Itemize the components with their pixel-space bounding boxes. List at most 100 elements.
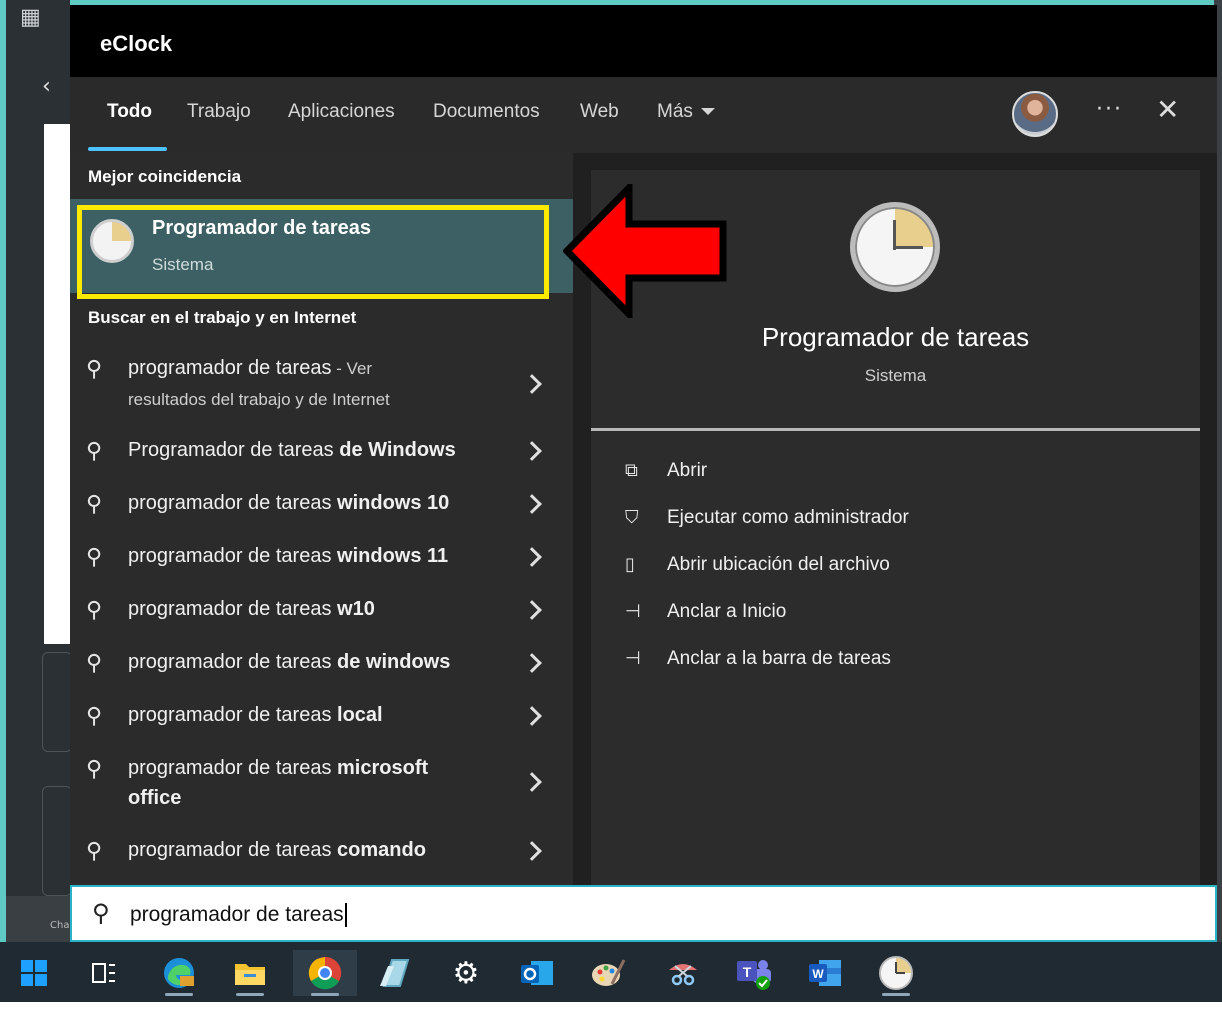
gear-icon: ⚙ — [452, 955, 480, 991]
suggestion-bold: windows 10 — [337, 492, 450, 514]
divider — [591, 428, 1200, 431]
running-indicator — [236, 993, 264, 996]
suggestion-item[interactable]: ⚲ programador de tareas de windows — [70, 647, 573, 687]
search-icon: ⚲ — [86, 439, 103, 464]
suggestion-item[interactable]: ⚲ programador de tareas comando — [70, 835, 573, 875]
suggestion-text: programador de tareas comando — [128, 835, 528, 865]
action-label: Ejecutar como administrador — [667, 507, 909, 528]
running-indicator — [882, 993, 910, 996]
background-card — [42, 652, 72, 752]
tab-aplicaciones[interactable]: Aplicaciones — [288, 101, 395, 123]
active-tab-indicator — [88, 147, 167, 151]
tab-mas[interactable]: Más — [657, 101, 715, 123]
suggestion-bold: windows 11 — [337, 545, 449, 567]
app-grid-icon[interactable]: ▦ — [20, 6, 48, 30]
svg-text:W: W — [812, 967, 824, 981]
suggestion-text: programador de tareas local — [128, 700, 528, 730]
taskbar-task-scheduler[interactable] — [868, 950, 924, 996]
search-input[interactable]: programador de tareas — [130, 903, 347, 927]
suggestion-item[interactable]: ⚲ programador de tareas w10 — [70, 594, 573, 634]
best-match-subtitle: Sistema — [152, 255, 214, 274]
teams-icon: T — [737, 960, 771, 990]
taskbar-edge[interactable] — [151, 950, 207, 996]
background-card — [42, 786, 72, 896]
start-button[interactable] — [6, 950, 62, 996]
search-icon: ⚲ — [86, 598, 103, 623]
taskbar-outlook[interactable] — [509, 950, 565, 996]
suggestion-item[interactable]: ⚲ programador de tareas microsoft office — [70, 753, 573, 819]
taskbar-settings[interactable]: ⚙ — [438, 950, 494, 996]
search-icon: ⚲ — [86, 357, 103, 382]
snipping-icon — [669, 964, 697, 986]
search-icon: ⚲ — [86, 757, 103, 782]
suggestion-bold: de windows — [337, 651, 451, 673]
taskbar-notes-app[interactable] — [366, 950, 422, 996]
back-chevron-icon[interactable]: ‹ — [42, 74, 62, 100]
tab-trabajo[interactable]: Trabajo — [187, 101, 251, 123]
detail-title: Programador de tareas — [761, 322, 1030, 352]
clock-hand — [895, 246, 923, 249]
tab-documentos[interactable]: Documentos — [433, 101, 540, 123]
taskbar-explorer[interactable] — [222, 950, 278, 996]
best-match-heading: Mejor coincidencia — [88, 167, 242, 186]
suggestion-bold: local — [337, 704, 383, 726]
action-label: Anclar a Inicio — [667, 601, 787, 622]
suggestion-text: programador de tareas w10 — [128, 594, 528, 624]
notepad-icon — [380, 959, 410, 987]
suggestion-text: programador de tareas - Ver resultados de… — [128, 353, 528, 415]
tab-web[interactable]: Web — [580, 101, 619, 123]
task-view-button[interactable] — [76, 950, 132, 996]
suggestion-prefix: programador de tareas — [128, 704, 338, 726]
search-bar[interactable]: ⚲ programador de tareas — [70, 885, 1217, 942]
chrome-icon — [308, 956, 342, 990]
pin-icon: ⊣ — [625, 648, 641, 669]
outlook-icon — [521, 961, 553, 985]
search-icon: ⚲ — [86, 704, 103, 729]
action-label: Abrir ubicación del archivo — [667, 554, 890, 575]
edge-icon — [164, 958, 194, 988]
best-match-title: Programador de tareas — [152, 217, 371, 239]
suggestion-item[interactable]: ⚲ programador de tareas - Ver resultados … — [70, 351, 573, 421]
svg-text:T: T — [743, 964, 752, 980]
search-icon: ⚲ — [86, 545, 103, 570]
action-label: Anclar a la barra de tareas — [667, 648, 891, 669]
window-title: eClock — [100, 31, 173, 56]
running-indicator — [311, 993, 339, 996]
chat-button[interactable] — [6, 896, 70, 942]
suggestion-text: programador de tareas microsoft office — [128, 753, 528, 813]
running-indicator — [165, 993, 193, 996]
suggestion-item[interactable]: ⚲ programador de tareas windows 11 — [70, 541, 573, 581]
suggestion-item[interactable]: ⚲ Programador de tareas de Windows — [70, 435, 573, 475]
search-icon: ⚲ — [92, 899, 110, 927]
taskbar-word[interactable]: W — [797, 950, 853, 996]
detail-subtitle: Sistema — [864, 366, 927, 385]
suggestion-sub: - Ver — [331, 359, 373, 378]
title-bar: eClock — [70, 5, 1217, 77]
suggestion-prefix: programador de tareas — [128, 492, 338, 514]
screen-bottom-edge — [0, 1002, 1222, 1019]
suggestion-item[interactable]: ⚲ programador de tareas windows 10 — [70, 488, 573, 528]
taskbar-chrome[interactable] — [293, 950, 357, 996]
taskbar-snipping-tool[interactable] — [655, 950, 711, 996]
suggestion-bold: microsoft — [337, 757, 429, 779]
suggestion-prefix: programador de tareas — [128, 357, 332, 379]
taskbar-teams[interactable]: T — [726, 950, 782, 996]
suggestion-sub2: resultados del trabajo y de Internet — [128, 390, 390, 409]
annotation-arrow — [563, 184, 727, 318]
shield-icon: ⛉ — [625, 507, 639, 528]
close-button[interactable]: ✕ — [1156, 95, 1179, 125]
search-icon: ⚲ — [86, 651, 103, 676]
taskbar: ⚙ T W — [0, 942, 1222, 1002]
search-icon: ⚲ — [86, 492, 103, 517]
avatar[interactable] — [1012, 91, 1058, 137]
suggestion-item[interactable]: ⚲ programador de tareas local — [70, 700, 573, 740]
tab-todo[interactable]: Todo — [107, 101, 152, 123]
action-label: Abrir — [667, 460, 708, 481]
tab-mas-label: Más — [657, 101, 693, 122]
word-icon: W — [809, 960, 841, 986]
more-options-button[interactable]: ··· — [1096, 97, 1123, 122]
folder-icon — [235, 964, 265, 985]
suggestion-bold: comando — [337, 839, 426, 861]
suggestion-text: programador de tareas windows 11 — [128, 541, 528, 571]
taskbar-paint[interactable] — [580, 950, 636, 996]
